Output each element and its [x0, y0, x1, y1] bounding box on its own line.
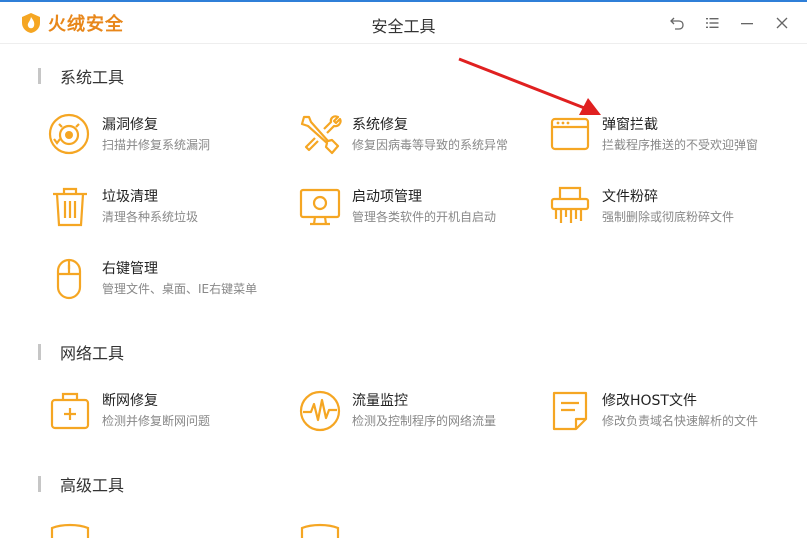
tool-desc: 检测及控制程序的网络流量	[352, 414, 497, 428]
tool-desc: 拦截程序推送的不受欢迎弹窗	[602, 138, 759, 152]
tool-name: 断网修复	[102, 393, 158, 409]
tool-host-file[interactable]: 修改HOST文件 修改负责域名快速解析的文件	[548, 389, 788, 433]
tool-name: 漏洞修复	[102, 117, 158, 133]
tool-desc: 修改负责域名快速解析的文件	[602, 414, 759, 428]
system-repair-icon	[298, 113, 342, 157]
close-icon	[776, 17, 788, 29]
menu-button[interactable]	[699, 12, 725, 34]
tool-desc: 修复因病毒等导致的系统异常	[352, 138, 509, 152]
vulnerability-fix-icon	[48, 113, 92, 157]
tool-name: 弹窗拦截	[602, 117, 658, 133]
startup-monitor-icon	[298, 185, 342, 229]
tool-name: 流量监控	[352, 393, 408, 409]
section-marker	[38, 68, 41, 84]
section-network-tools: 网络工具	[38, 340, 124, 364]
tool-desc: 强制删除或彻底粉碎文件	[602, 210, 735, 224]
back-icon	[670, 17, 684, 30]
tool-name: 右键管理	[102, 261, 158, 277]
tool-traffic-monitor[interactable]: 流量监控 检测及控制程序的网络流量	[298, 389, 538, 433]
close-button[interactable]	[769, 12, 795, 34]
section-advanced-tools: 高级工具	[38, 472, 124, 496]
network-repair-icon	[48, 389, 92, 433]
annotation-arrow	[458, 57, 601, 115]
section-marker	[38, 476, 41, 492]
host-file-icon	[548, 389, 592, 433]
section-title: 系统工具	[60, 68, 125, 87]
tool-desc: 管理文件、桌面、IE右键菜单	[102, 282, 258, 296]
file-shredder-icon	[548, 185, 592, 229]
shield-icon	[300, 523, 340, 538]
tool-desc: 清理各种系统垃圾	[102, 210, 199, 224]
tool-name: 启动项管理	[352, 189, 422, 205]
tool-desc: 管理各类软件的开机自启动	[352, 210, 497, 224]
tool-network-repair[interactable]: 断网修复 检测并修复断网问题	[48, 389, 288, 433]
menu-icon	[706, 18, 719, 28]
trash-icon	[48, 185, 92, 229]
window-controls	[655, 12, 795, 34]
back-button[interactable]	[664, 12, 690, 34]
section-marker	[38, 344, 41, 360]
shield-icon	[50, 523, 90, 538]
tool-desc: 扫描并修复系统漏洞	[102, 138, 211, 152]
advanced-tool-partial-1[interactable]	[48, 518, 92, 538]
tool-name: 垃圾清理	[102, 189, 158, 205]
tool-junk-clean[interactable]: 垃圾清理 清理各种系统垃圾	[48, 185, 288, 229]
tool-name: 文件粉碎	[602, 189, 658, 205]
minimize-icon	[741, 23, 753, 25]
tool-name: 修改HOST文件	[602, 393, 697, 409]
tool-desc: 检测并修复断网问题	[102, 414, 211, 428]
tool-startup-manager[interactable]: 启动项管理 管理各类软件的开机自启动	[298, 185, 538, 229]
title-bar: 火绒安全 安全工具	[0, 2, 807, 42]
tool-right-click-manager[interactable]: 右键管理 管理文件、桌面、IE右键菜单	[48, 257, 288, 301]
title-divider	[0, 43, 807, 44]
section-system-tools: 系统工具	[38, 64, 124, 88]
section-title: 高级工具	[60, 476, 125, 495]
minimize-button[interactable]	[734, 12, 760, 34]
advanced-tool-partial-2[interactable]	[298, 518, 342, 538]
tool-vulnerability-fix[interactable]: 漏洞修复 扫描并修复系统漏洞	[48, 113, 288, 157]
section-title: 网络工具	[60, 344, 125, 363]
traffic-monitor-icon	[298, 389, 342, 433]
tool-file-shredder[interactable]: 文件粉碎 强制删除或彻底粉碎文件	[548, 185, 788, 229]
mouse-icon	[48, 257, 92, 301]
